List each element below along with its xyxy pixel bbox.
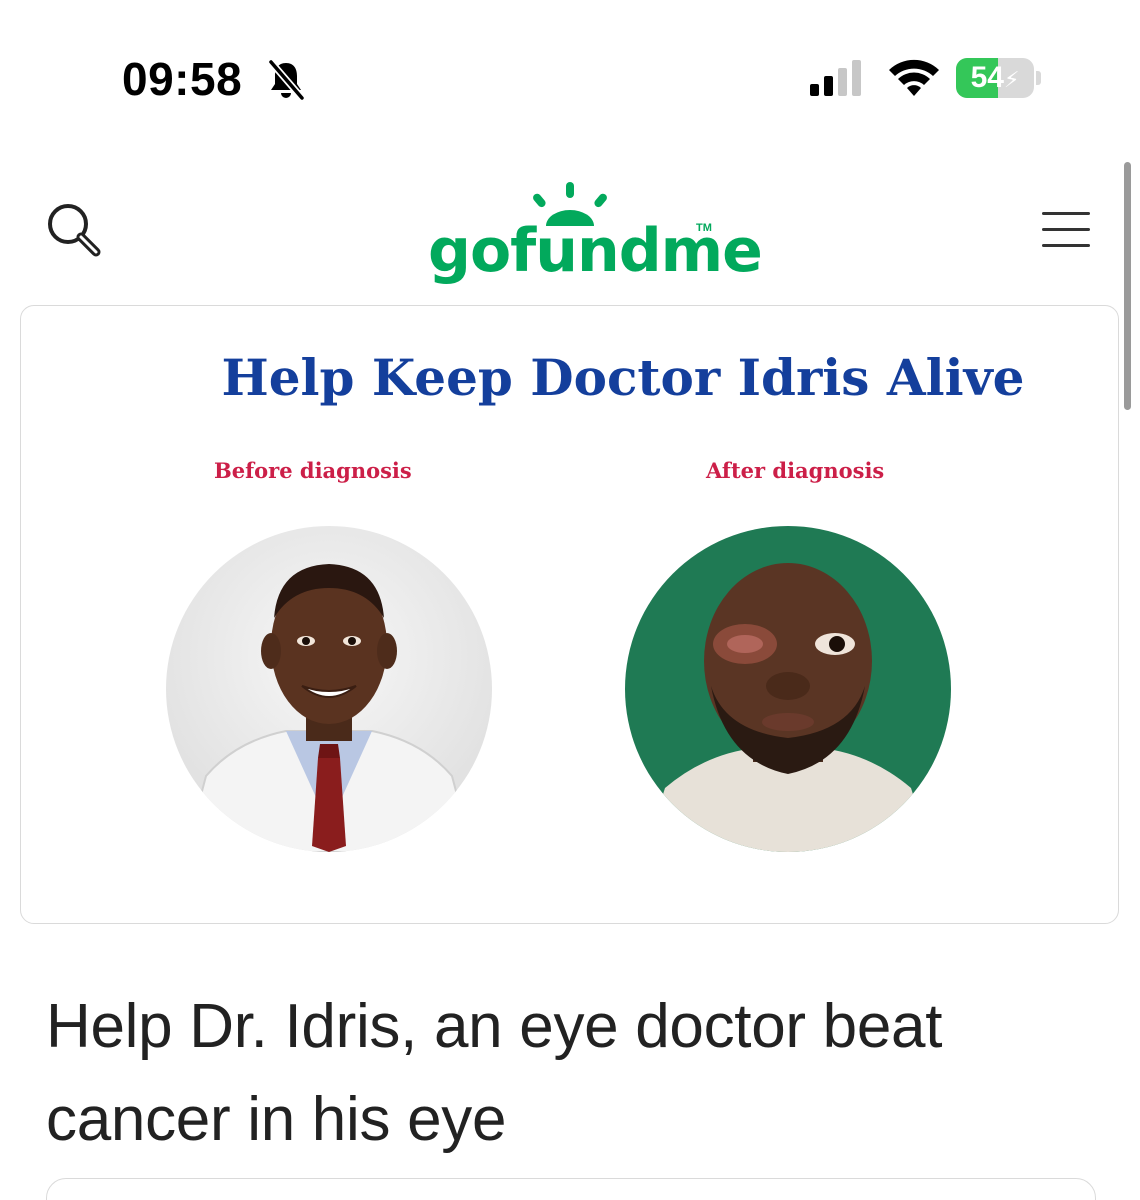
scrollbar[interactable]	[1124, 162, 1131, 410]
bell-slash-icon	[266, 58, 306, 101]
hero-image-title: Help Keep Doctor Idris Alive	[221, 348, 1025, 407]
logo-trademark: TM	[696, 222, 712, 234]
campaign-hero-image[interactable]: Help Keep Doctor Idris Alive Before diag…	[20, 305, 1119, 924]
cellular-signal-icon	[808, 60, 868, 96]
status-bar: 09:58 54⚡	[0, 0, 1140, 150]
charging-bolt-icon: ⚡	[1003, 67, 1020, 92]
gofundme-logo[interactable]: gofundme TM	[428, 180, 763, 286]
caption-before-diagnosis: Before diagnosis	[214, 458, 412, 483]
wifi-icon	[886, 56, 942, 98]
battery-percent: 54	[970, 61, 1004, 94]
campaign-title: Help Dr. Idris, an eye doctor beat cance…	[46, 992, 943, 1154]
donation-summary-card[interactable]	[46, 1178, 1096, 1200]
battery-cap	[1036, 71, 1041, 85]
search-icon	[48, 204, 101, 257]
portrait-after-diagnosis	[625, 526, 951, 852]
status-time: 09:58	[122, 53, 243, 105]
menu-button[interactable]	[1036, 206, 1094, 254]
search-button[interactable]	[44, 200, 104, 260]
portrait-before-diagnosis	[166, 526, 492, 852]
battery-body: 54⚡	[956, 58, 1034, 98]
caption-after-diagnosis: After diagnosis	[706, 458, 885, 483]
battery-indicator: 54⚡	[956, 58, 1042, 98]
